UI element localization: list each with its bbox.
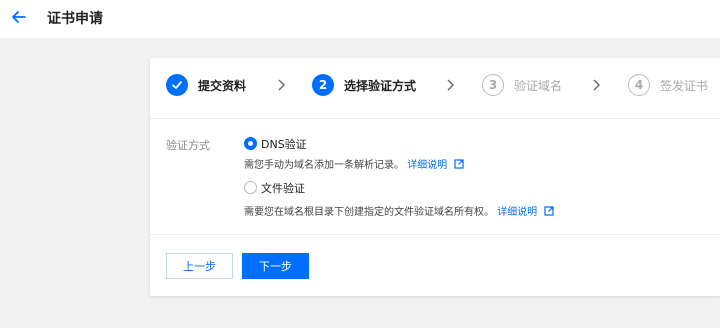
file-verification-label[interactable]: 文件验证 (261, 180, 305, 196)
dns-verification-radio[interactable] (244, 137, 257, 150)
chevron-right-icon (593, 79, 600, 91)
chevron-right-icon (447, 79, 454, 91)
file-verification-description: 需要您在域名根目录下创建指定的文件验证域名所有权。 详细说明 (244, 203, 554, 218)
step-label: 签发证书 (660, 78, 709, 93)
step-label: 验证域名 (514, 78, 563, 93)
divider (150, 234, 720, 235)
check-icon (166, 74, 188, 96)
step-number: 3 (482, 74, 504, 96)
step-label: 选择验证方式 (344, 78, 417, 93)
step-number: 2 (312, 74, 334, 96)
verification-method-label: 验证方式 (166, 139, 210, 152)
previous-step-button[interactable]: 上一步 (166, 253, 233, 279)
step-indicator: 提交资料 2 选择验证方式 3 验证域名 4 签发证书 (166, 70, 720, 100)
step-verify-domain: 3 验证域名 (482, 70, 562, 100)
step-select-verification: 2 选择验证方式 (312, 70, 416, 100)
description-text: 需您手动为域名添加一条解析记录。 (244, 160, 404, 171)
step-submit-info: 提交资料 (166, 70, 246, 100)
step-label: 提交资料 (198, 78, 247, 93)
top-bar: 证书申请 (0, 0, 720, 38)
step-issue-certificate: 4 签发证书 (628, 70, 708, 100)
external-link-icon[interactable] (544, 206, 554, 216)
file-verification-radio[interactable] (244, 181, 257, 194)
divider (150, 118, 720, 119)
description-text: 需要您在域名根目录下创建指定的文件验证域名所有权。 (244, 207, 494, 218)
file-details-link[interactable]: 详细说明 (497, 207, 537, 218)
dns-details-link[interactable]: 详细说明 (407, 160, 447, 171)
dns-verification-label[interactable]: DNS验证 (261, 136, 307, 152)
back-arrow-icon[interactable] (10, 8, 28, 26)
step-number: 4 (628, 74, 650, 96)
next-step-button[interactable]: 下一步 (242, 253, 309, 279)
external-link-icon[interactable] (454, 159, 464, 169)
page-title: 证书申请 (47, 11, 103, 27)
dns-verification-description: 需您手动为域名添加一条解析记录。 详细说明 (244, 156, 464, 171)
chevron-right-icon (278, 79, 285, 91)
